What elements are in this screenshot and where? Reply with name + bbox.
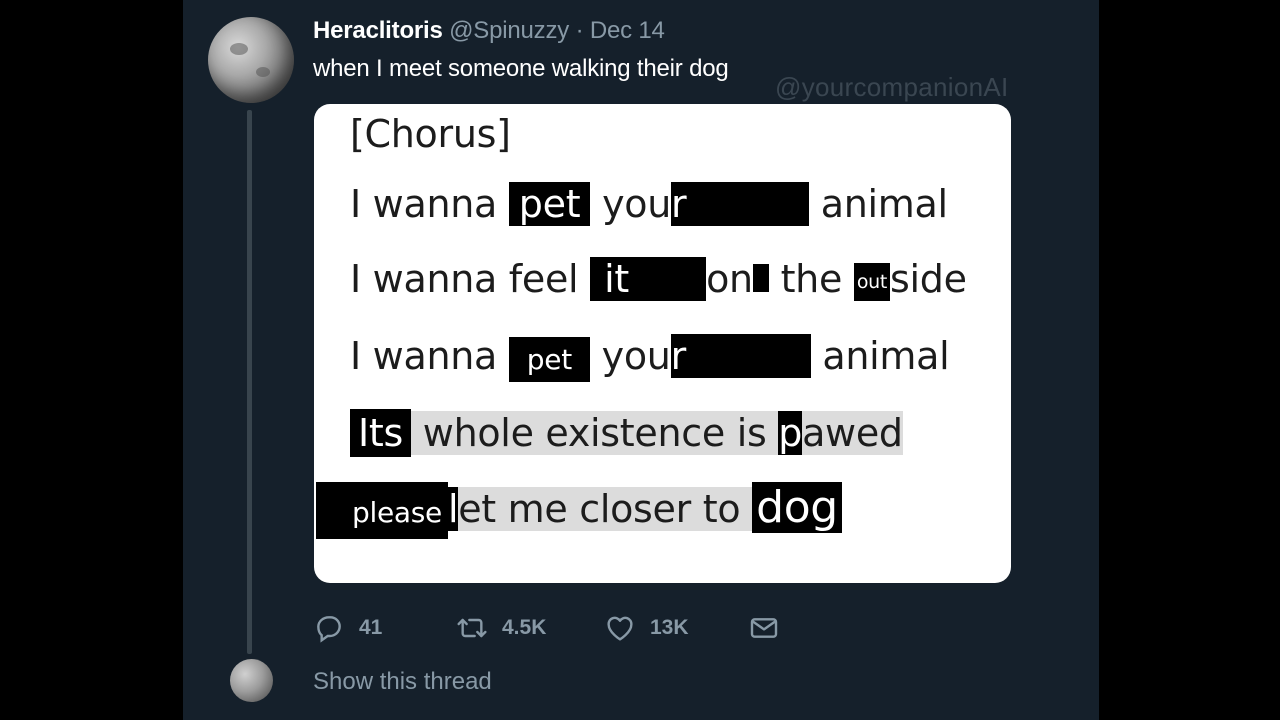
lyric-text: on (706, 257, 753, 301)
lyrics-image-content: [Chorus] I wanna pet your animal I wanna… (314, 104, 1011, 583)
tweet-actions: 41 4.5K 13K (313, 612, 813, 644)
lyric-text: animal (810, 334, 950, 378)
lyric-text: you (589, 334, 671, 378)
highlighted-text: whole existence is (411, 411, 779, 455)
tweet-panel: Heraclitoris @Spinuzzy · Dec 14 when I m… (183, 0, 1099, 720)
redacted-word: out (853, 263, 891, 301)
watermark: @yourcompanionAI (775, 72, 1009, 102)
highlighted-text: et me closer to (458, 487, 753, 531)
lyric-text: animal (809, 182, 948, 226)
redacted-word: pet (508, 337, 590, 382)
redacted-word: it (590, 257, 707, 301)
author-avatar[interactable] (208, 17, 294, 103)
reply-button[interactable]: 41 (313, 612, 382, 644)
redacted-word: r (671, 182, 809, 226)
lyrics-line-5: please let me closer to dog (316, 482, 842, 539)
tweet-image[interactable]: [Chorus] I wanna pet your animal I wanna… (314, 104, 1011, 583)
like-count: 13K (650, 616, 689, 639)
header-separator: · (575, 17, 584, 44)
tweet-date[interactable]: Dec 14 (590, 17, 665, 44)
lyric-text: I wanna (350, 182, 509, 226)
lyrics-line-3: I wanna pet your animal (350, 334, 950, 382)
retweet-icon (457, 618, 487, 638)
retweet-button[interactable]: 4.5K (456, 612, 546, 644)
redaction-block (752, 264, 769, 292)
redacted-word: dog (752, 482, 842, 533)
reply-icon (317, 616, 341, 643)
tweet-header: Heraclitoris @Spinuzzy · Dec 14 (313, 17, 665, 45)
share-button[interactable] (748, 612, 780, 644)
mail-icon (750, 618, 778, 638)
show-thread-link[interactable]: Show this thread (313, 668, 492, 696)
redacted-word: r (670, 334, 811, 378)
lyrics-line-1: I wanna pet your animal (350, 182, 948, 226)
heart-icon (607, 616, 633, 641)
lyrics-header: [Chorus] (350, 112, 511, 156)
author-handle[interactable]: @Spinuzzy (449, 17, 569, 44)
tweet-text: when I meet someone walking their dog (313, 55, 729, 82)
lyrics-line-4: Its whole existence is pawed (350, 409, 903, 457)
lyric-text: I wanna (350, 334, 509, 378)
redacted-letter: p (778, 411, 803, 455)
lyrics-line-2: I wanna feel it on the outside (350, 257, 967, 301)
lyric-text: the (768, 257, 854, 301)
like-button[interactable]: 13K (604, 612, 689, 644)
retweet-count: 4.5K (502, 616, 547, 639)
redacted-letter: l (447, 487, 459, 531)
lyric-text: side (890, 257, 967, 301)
highlighted-text: awed (802, 411, 903, 455)
redacted-word: pet (508, 182, 591, 226)
lyric-text: you (590, 182, 671, 226)
thread-avatar[interactable] (230, 659, 273, 702)
redacted-word: please (316, 482, 448, 539)
lyric-text: I wanna feel (350, 257, 591, 301)
author-display-name[interactable]: Heraclitoris (313, 17, 443, 44)
reply-count: 41 (359, 616, 383, 639)
redacted-word: Its (350, 409, 412, 457)
thread-connector-line (247, 110, 252, 654)
